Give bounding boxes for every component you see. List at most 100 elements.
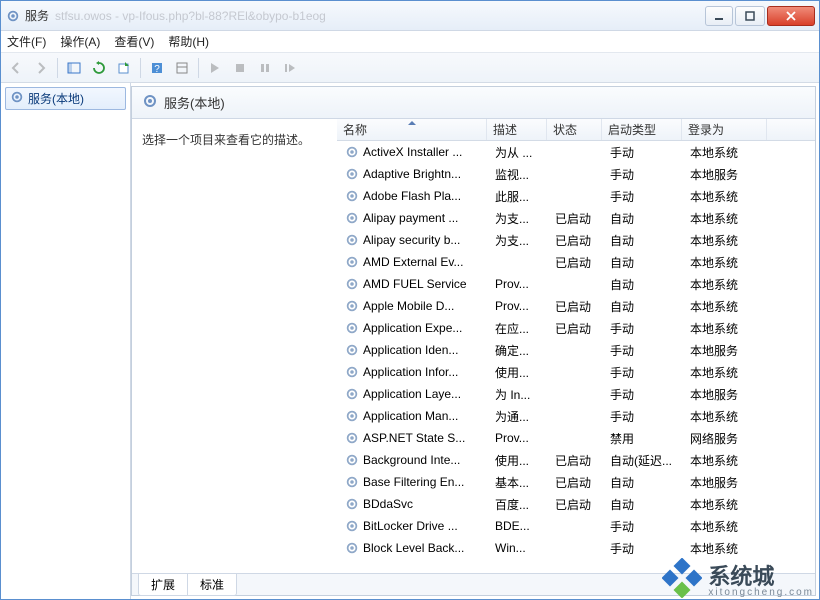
menu-help[interactable]: 帮助(H): [168, 33, 209, 50]
table-row[interactable]: Adobe Flash Pla...此服...手动本地系统: [337, 185, 815, 207]
table-row[interactable]: BitLocker Drive ...BDE...手动本地系统: [337, 515, 815, 537]
table-row[interactable]: Base Filtering En...基本...已启动自动本地服务: [337, 471, 815, 493]
table-row[interactable]: AMD External Ev...已启动自动本地系统: [337, 251, 815, 273]
cell-status: 已启动: [549, 320, 604, 337]
separator: [140, 58, 141, 78]
cell-desc: 确定...: [489, 342, 549, 359]
cell-desc: 百度...: [489, 496, 549, 513]
table-row[interactable]: Application Iden...确定...手动本地服务: [337, 339, 815, 361]
watermark: 系统城 xitongcheng.com: [662, 558, 814, 598]
table-row[interactable]: Apple Mobile D...Prov...已启动自动本地系统: [337, 295, 815, 317]
table-row[interactable]: Block Level Back...Win...手动本地系统: [337, 537, 815, 559]
cell-name: Adobe Flash Pla...: [339, 189, 489, 203]
cell-name: Adaptive Brightn...: [339, 167, 489, 181]
cell-startup: 手动: [604, 408, 684, 425]
description-panel: 选择一个项目来查看它的描述。: [132, 119, 337, 573]
table-row[interactable]: Application Expe...在应...已启动手动本地系统: [337, 317, 815, 339]
cell-startup: 手动: [604, 144, 684, 161]
menu-view[interactable]: 查看(V): [114, 33, 154, 50]
navigation-pane: 服务(本地): [1, 83, 131, 599]
cell-logon: 本地系统: [684, 188, 769, 205]
start-service-button[interactable]: [204, 57, 226, 79]
table-row[interactable]: BDdaSvc百度...已启动自动本地系统: [337, 493, 815, 515]
tab-extended[interactable]: 扩展: [138, 574, 188, 596]
cell-status: 已启动: [549, 298, 604, 315]
cell-name: AMD FUEL Service: [339, 277, 489, 291]
table-row[interactable]: Application Infor...使用...手动本地系统: [337, 361, 815, 383]
tree-root-label: 服务(本地): [28, 90, 84, 107]
cell-desc: BDE...: [489, 519, 549, 533]
cell-name: Application Infor...: [339, 365, 489, 379]
table-row[interactable]: AMD FUEL ServiceProv...自动本地系统: [337, 273, 815, 295]
cell-name: Base Filtering En...: [339, 475, 489, 489]
menu-action[interactable]: 操作(A): [60, 33, 100, 50]
cell-name: Alipay payment ...: [339, 211, 489, 225]
pause-service-button[interactable]: [254, 57, 276, 79]
properties-button[interactable]: [171, 57, 193, 79]
table-row[interactable]: Alipay payment ...为支...已启动自动本地系统: [337, 207, 815, 229]
cell-desc: 为支...: [489, 232, 549, 249]
cell-desc: Win...: [489, 541, 549, 555]
table-row[interactable]: Alipay security b...为支...已启动自动本地系统: [337, 229, 815, 251]
cell-name: Application Iden...: [339, 343, 489, 357]
stop-service-button[interactable]: [229, 57, 251, 79]
cell-startup: 手动: [604, 166, 684, 183]
table-body[interactable]: ActiveX Installer ...为从 ...手动本地系统Adaptiv…: [337, 141, 815, 573]
table-row[interactable]: Application Man...为通...手动本地系统: [337, 405, 815, 427]
cell-logon: 本地系统: [684, 364, 769, 381]
cell-desc: Prov...: [489, 277, 549, 291]
cell-desc: 为通...: [489, 408, 549, 425]
table-row[interactable]: Background Inte...使用...已启动自动(延迟...本地系统: [337, 449, 815, 471]
menu-file[interactable]: 文件(F): [7, 33, 46, 50]
pane-header: 服务(本地): [132, 87, 815, 119]
services-table: 名称 描述 状态 启动类型 登录为 ActiveX Installer ...为…: [337, 119, 815, 573]
cell-logon: 本地服务: [684, 342, 769, 359]
table-row[interactable]: Adaptive Brightn...监视...手动本地服务: [337, 163, 815, 185]
cell-status: 已启动: [549, 210, 604, 227]
back-button[interactable]: [5, 57, 27, 79]
cell-logon: 本地系统: [684, 540, 769, 557]
minimize-button[interactable]: [705, 6, 733, 26]
close-button[interactable]: [767, 6, 815, 26]
table-row[interactable]: ActiveX Installer ...为从 ...手动本地系统: [337, 141, 815, 163]
cell-logon: 本地服务: [684, 474, 769, 491]
refresh-button[interactable]: [88, 57, 110, 79]
diamond-logo-icon: [662, 558, 702, 598]
cell-startup: 自动: [604, 232, 684, 249]
cell-logon: 本地系统: [684, 232, 769, 249]
cell-name: Background Inte...: [339, 453, 489, 467]
separator: [57, 58, 58, 78]
cell-name: Application Laye...: [339, 387, 489, 401]
watermark-url: xitongcheng.com: [708, 587, 814, 598]
table-row[interactable]: Application Laye...为 In...手动本地服务: [337, 383, 815, 405]
forward-button[interactable]: [30, 57, 52, 79]
cell-desc: 基本...: [489, 474, 549, 491]
help-button[interactable]: ?: [146, 57, 168, 79]
maximize-button[interactable]: [735, 6, 765, 26]
cell-name: ASP.NET State S...: [339, 431, 489, 445]
show-hide-tree-button[interactable]: [63, 57, 85, 79]
cell-desc: 使用...: [489, 364, 549, 381]
cell-logon: 本地系统: [684, 320, 769, 337]
column-description[interactable]: 描述: [487, 119, 547, 140]
column-startup-type[interactable]: 启动类型: [602, 119, 682, 140]
cell-startup: 自动: [604, 298, 684, 315]
column-logon-as[interactable]: 登录为: [682, 119, 767, 140]
tree-root-services[interactable]: 服务(本地): [5, 87, 126, 110]
tab-standard[interactable]: 标准: [188, 574, 237, 596]
titlebar[interactable]: 服务 stfsu.owos - vp-Ifous.php?bl-88?REl&o…: [1, 1, 819, 31]
cell-desc: 监视...: [489, 166, 549, 183]
cell-name: BitLocker Drive ...: [339, 519, 489, 533]
cell-desc: 为支...: [489, 210, 549, 227]
table-row[interactable]: ASP.NET State S...Prov...禁用网络服务: [337, 427, 815, 449]
restart-service-button[interactable]: [279, 57, 301, 79]
column-status[interactable]: 状态: [547, 119, 602, 140]
cell-desc: 为从 ...: [489, 144, 549, 161]
export-list-button[interactable]: [113, 57, 135, 79]
cell-name: AMD External Ev...: [339, 255, 489, 269]
column-name[interactable]: 名称: [337, 119, 487, 140]
separator: [198, 58, 199, 78]
cell-name: Apple Mobile D...: [339, 299, 489, 313]
cell-logon: 本地系统: [684, 254, 769, 271]
cell-status: 已启动: [549, 496, 604, 513]
